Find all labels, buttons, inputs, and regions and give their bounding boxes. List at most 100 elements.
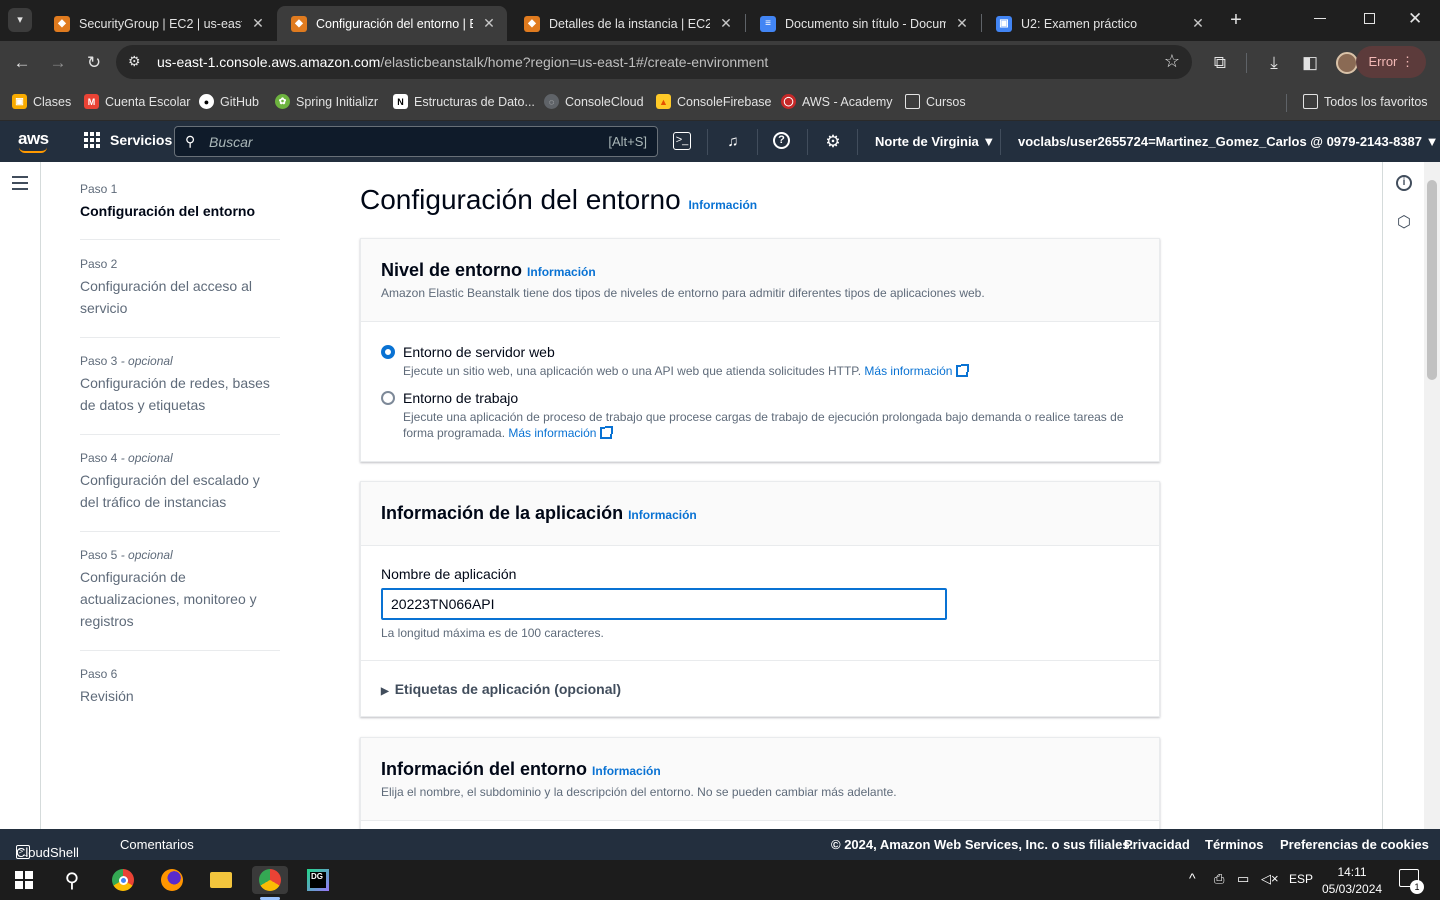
wizard-step-6[interactable]: Paso 6 Revisión bbox=[80, 667, 280, 707]
wizard-step-2[interactable]: Paso 2 Configuración del acceso al servi… bbox=[80, 257, 280, 319]
hexagon-help-icon[interactable]: ⬡ bbox=[1396, 215, 1412, 231]
app-name-input[interactable] bbox=[381, 588, 947, 620]
all-bookmarks[interactable]: Todos los favoritos bbox=[1303, 94, 1428, 109]
close-tab-icon[interactable]: ✕ bbox=[954, 15, 970, 32]
hamburger-menu-icon[interactable] bbox=[12, 176, 28, 194]
info-link[interactable]: Información bbox=[592, 764, 661, 778]
wizard-step-4[interactable]: Paso 4 - opcional Configuración del esca… bbox=[80, 451, 280, 513]
classroom-icon: ▣ bbox=[996, 15, 1012, 32]
new-tab-button[interactable]: + bbox=[1224, 8, 1248, 32]
worker-label[interactable]: Entorno de trabajo bbox=[403, 390, 518, 406]
browser-tab-securitygroup[interactable]: ◆ SecurityGroup | EC2 | us-east-1 ✕ bbox=[40, 6, 276, 41]
side-panel-icon[interactable]: ◧ bbox=[1298, 51, 1322, 75]
wizard-step-1[interactable]: Paso 1 Configuración del entorno bbox=[80, 182, 280, 222]
taskbar-search-icon[interactable]: ⚲ bbox=[54, 866, 90, 894]
restore-window-icon[interactable] bbox=[1364, 13, 1375, 24]
bookmark-consolecloud[interactable]: ◌ ConsoleCloud bbox=[544, 94, 644, 109]
privacy-link[interactable]: Privacidad bbox=[1124, 837, 1190, 852]
search-icon: ⚲ bbox=[185, 133, 196, 149]
close-tab-icon[interactable]: ✕ bbox=[718, 15, 734, 32]
cloudshell-icon[interactable]: >_ bbox=[673, 132, 691, 150]
error-button[interactable]: Error ⋮ bbox=[1356, 46, 1426, 78]
bookmark-aws-academy[interactable]: ◯ AWS - Academy bbox=[781, 94, 893, 109]
back-icon[interactable]: ← bbox=[10, 51, 34, 75]
more-info-link[interactable]: Más información bbox=[864, 364, 952, 378]
info-link[interactable]: Información bbox=[688, 198, 757, 212]
more-options-icon: ⋮ bbox=[1401, 54, 1414, 69]
aws-favicon-icon: ◆ bbox=[524, 15, 540, 32]
cookie-preferences-link[interactable]: Preferencias de cookies bbox=[1280, 837, 1429, 852]
volume-muted-icon[interactable]: ◁× bbox=[1261, 871, 1279, 887]
bookmark-estructuras[interactable]: N Estructuras de Dato... bbox=[393, 94, 535, 109]
file-explorer-taskbar-icon[interactable] bbox=[203, 866, 239, 894]
reload-icon[interactable]: ↻ bbox=[82, 51, 106, 75]
windows-start-icon[interactable] bbox=[6, 866, 42, 894]
more-info-link[interactable]: Más información bbox=[508, 426, 596, 440]
terms-link[interactable]: Términos bbox=[1205, 837, 1264, 852]
bookmark-consolefirebase[interactable]: ▲ ConsoleFirebase bbox=[656, 94, 772, 109]
nav-separator bbox=[807, 129, 808, 155]
close-tab-icon[interactable]: ✕ bbox=[481, 15, 497, 32]
scrollbar-thumb[interactable] bbox=[1427, 180, 1437, 380]
language-indicator[interactable]: ESP bbox=[1289, 872, 1313, 886]
datagrip-taskbar-icon[interactable]: DG bbox=[300, 866, 336, 894]
network-icon[interactable]: ▭ bbox=[1237, 871, 1249, 887]
info-link[interactable]: Información bbox=[628, 508, 697, 522]
site-info-icon[interactable]: ⚙ bbox=[128, 53, 141, 70]
show-hidden-icons[interactable]: ^ bbox=[1189, 870, 1196, 886]
step-label: Configuración de actualizaciones, monito… bbox=[80, 569, 257, 629]
info-panel-icon[interactable]: i bbox=[1396, 175, 1412, 191]
browser-tab-examen[interactable]: ▣ U2: Examen práctico ✕ bbox=[982, 6, 1216, 41]
aws-favicon-icon: ◆ bbox=[54, 15, 70, 32]
notion-icon: N bbox=[393, 94, 408, 109]
bell-icon[interactable]: ♫ bbox=[723, 132, 743, 152]
profile-avatar[interactable] bbox=[1336, 52, 1358, 74]
close-tab-icon[interactable]: ✕ bbox=[1190, 15, 1206, 32]
bookmark-github[interactable]: ● GitHub bbox=[199, 94, 259, 109]
tools-rail: i ⬡ bbox=[1382, 162, 1424, 829]
meet-now-icon[interactable]: ⎙ bbox=[1214, 871, 1224, 887]
web-server-radio[interactable] bbox=[381, 345, 395, 359]
page-scrollbar[interactable] bbox=[1424, 162, 1440, 829]
step-divider bbox=[80, 239, 280, 240]
minimize-window-icon[interactable] bbox=[1314, 18, 1326, 19]
close-window-icon[interactable]: ✕ bbox=[1408, 9, 1426, 29]
firefox-taskbar-icon[interactable] bbox=[154, 866, 190, 894]
services-menu-button[interactable]: Servicios bbox=[84, 132, 172, 148]
help-icon[interactable]: ? bbox=[773, 132, 790, 149]
bookmark-clases[interactable]: ▣ Clases bbox=[12, 94, 71, 109]
bookmark-cuenta-escolar[interactable]: M Cuenta Escolar bbox=[84, 94, 190, 109]
tab-title: SecurityGroup | EC2 | us-east-1 bbox=[79, 16, 242, 31]
region-selector[interactable]: Norte de Virginia ▼ bbox=[875, 134, 995, 149]
chrome-taskbar-icon[interactable] bbox=[105, 866, 141, 894]
aws-logo[interactable]: aws bbox=[18, 129, 49, 153]
tab-title: Configuración del entorno | Ela bbox=[316, 16, 473, 31]
wizard-step-3[interactable]: Paso 3 - opcional Configuración de redes… bbox=[80, 354, 280, 416]
clock[interactable]: 14:11 05/03/2024 bbox=[1322, 864, 1382, 898]
chrome-profile-taskbar-icon[interactable] bbox=[252, 866, 288, 894]
forward-icon[interactable]: → bbox=[46, 51, 70, 75]
bookmark-star-icon[interactable]: ☆ bbox=[1164, 51, 1180, 72]
account-menu[interactable]: voclabs/user2655724=Martinez_Gomez_Carlo… bbox=[1018, 134, 1439, 149]
wizard-step-5[interactable]: Paso 5 - opcional Configuración de actua… bbox=[80, 548, 280, 632]
bookmark-cursos[interactable]: Cursos bbox=[905, 94, 966, 109]
extensions-icon[interactable]: ⧉ bbox=[1208, 51, 1232, 75]
browser-tab-configuracion[interactable]: ◆ Configuración del entorno | Ela ✕ bbox=[277, 6, 507, 41]
download-icon[interactable]: ⤓ bbox=[1262, 51, 1286, 75]
browser-toolbar: ← → ↻ ⚙ us-east-1.console.aws.amazon.com… bbox=[0, 41, 1440, 85]
web-server-label[interactable]: Entorno de servidor web bbox=[403, 344, 555, 360]
close-tab-icon[interactable]: ✕ bbox=[250, 15, 266, 32]
worker-radio[interactable] bbox=[381, 391, 395, 405]
browser-tab-detalles[interactable]: ◆ Detalles de la instancia | EC2 | u ✕ bbox=[510, 6, 744, 41]
bookmark-spring[interactable]: ✿ Spring Initializr bbox=[275, 94, 378, 109]
gmail-icon: M bbox=[84, 94, 99, 109]
comments-link[interactable]: Comentarios bbox=[120, 837, 194, 852]
aws-search-input[interactable]: ⚲ Buscar [Alt+S] bbox=[174, 126, 658, 157]
address-bar[interactable]: ⚙ us-east-1.console.aws.amazon.com/elast… bbox=[116, 45, 1192, 79]
step-number: Paso 3 - opcional bbox=[80, 354, 173, 368]
tab-search-button[interactable]: ▾ bbox=[8, 8, 32, 32]
browser-tab-documento[interactable]: ≡ Documento sin título - Docume ✕ bbox=[746, 6, 980, 41]
app-tags-expander[interactable]: ▶ Etiquetas de aplicación (opcional) bbox=[381, 681, 621, 697]
settings-gear-icon[interactable]: ⚙ bbox=[823, 132, 843, 152]
info-link[interactable]: Información bbox=[527, 265, 596, 279]
